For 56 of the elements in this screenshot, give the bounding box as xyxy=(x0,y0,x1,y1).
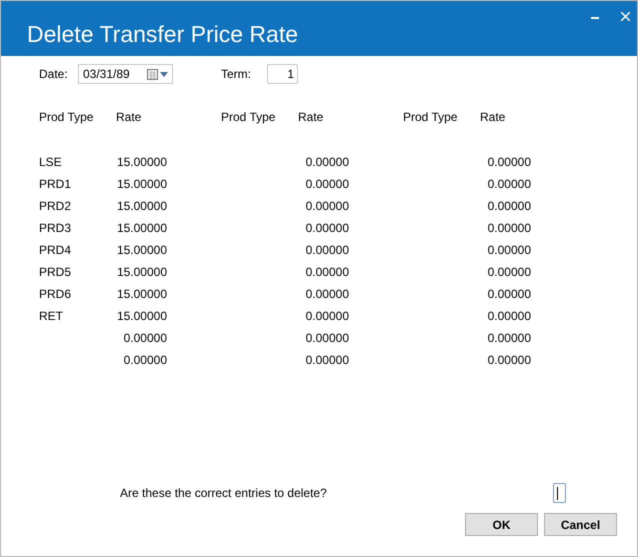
column-header: Rate xyxy=(480,109,506,126)
table-cell-text: 15.00000 xyxy=(116,154,167,171)
table-cell-text: 15.00000 xyxy=(116,286,167,303)
table-cell-text: 0.00000 xyxy=(488,242,531,259)
table-cell-text: 0.00000 xyxy=(124,330,167,347)
table-cell-text: 0.00000 xyxy=(488,220,531,237)
date-picker[interactable]: 03/31/89 xyxy=(78,64,173,84)
table-cell: PRD6 xyxy=(39,287,72,301)
close-icon[interactable] xyxy=(621,12,630,21)
table-cell-text: 0.00000 xyxy=(306,198,349,215)
minimize-icon[interactable] xyxy=(591,17,599,20)
date-label: Date: xyxy=(39,66,69,83)
table-cell-text: 0.00000 xyxy=(488,352,531,369)
table-cell-text: 0.00000 xyxy=(488,308,531,325)
table-cell-text: 15.00000 xyxy=(116,220,167,237)
table-cell-text: 15.00000 xyxy=(116,242,167,259)
table-cell-text: 0.00000 xyxy=(124,352,167,369)
answer-field[interactable] xyxy=(553,483,566,503)
table-cell-text: 0.00000 xyxy=(306,330,349,347)
window-title: Delete Transfer Price Rate xyxy=(27,20,298,49)
table-cell-text: 0.00000 xyxy=(306,286,349,303)
column-header: Prod Type xyxy=(403,109,458,126)
table-cell-text: 0.00000 xyxy=(306,352,349,369)
table-cell: PRD5 xyxy=(39,265,72,279)
confirm-question: Are these the correct entries to delete? xyxy=(120,485,328,502)
term-label: Term: xyxy=(221,66,252,83)
table-cell-text: 0.00000 xyxy=(488,330,531,347)
table-cell-text: 0.00000 xyxy=(488,264,531,281)
table-cell: PRD3 xyxy=(39,221,72,235)
cancel-button[interactable]: Cancel xyxy=(544,513,617,536)
table-cell-text: 0.00000 xyxy=(306,242,349,259)
calendar-dropdown-icon xyxy=(147,68,169,80)
table-cell: RET xyxy=(39,309,63,323)
column-header: Rate xyxy=(298,109,324,126)
table-cell-text: 0.00000 xyxy=(488,286,531,303)
column-header: Prod Type xyxy=(39,109,94,126)
table-cell-text: 15.00000 xyxy=(116,264,167,281)
table-cell-text: 15.00000 xyxy=(116,176,167,193)
table-cell-text: 15.00000 xyxy=(116,308,167,325)
table-cell: LSE xyxy=(39,155,62,169)
table-cell-text: 0.00000 xyxy=(488,176,531,193)
table-cell: PRD1 xyxy=(39,177,72,191)
table-cell-text: 0.00000 xyxy=(306,308,349,325)
table-cell-text: 0.00000 xyxy=(306,176,349,193)
table-cell-text: 0.00000 xyxy=(306,154,349,171)
table-cell-text: 0.00000 xyxy=(488,198,531,215)
column-header: Rate xyxy=(116,109,142,126)
column-header: Prod Type xyxy=(221,109,276,126)
table-cell-text: 0.00000 xyxy=(488,154,531,171)
table-cell: PRD4 xyxy=(39,243,72,257)
table-cell: PRD2 xyxy=(39,199,72,213)
ok-button[interactable]: OK xyxy=(465,513,538,536)
table-cell-text: 0.00000 xyxy=(306,264,349,281)
table-cell-text: 15.00000 xyxy=(116,198,167,215)
term-field[interactable]: 1 xyxy=(267,64,298,84)
table-cell-text: 0.00000 xyxy=(306,220,349,237)
